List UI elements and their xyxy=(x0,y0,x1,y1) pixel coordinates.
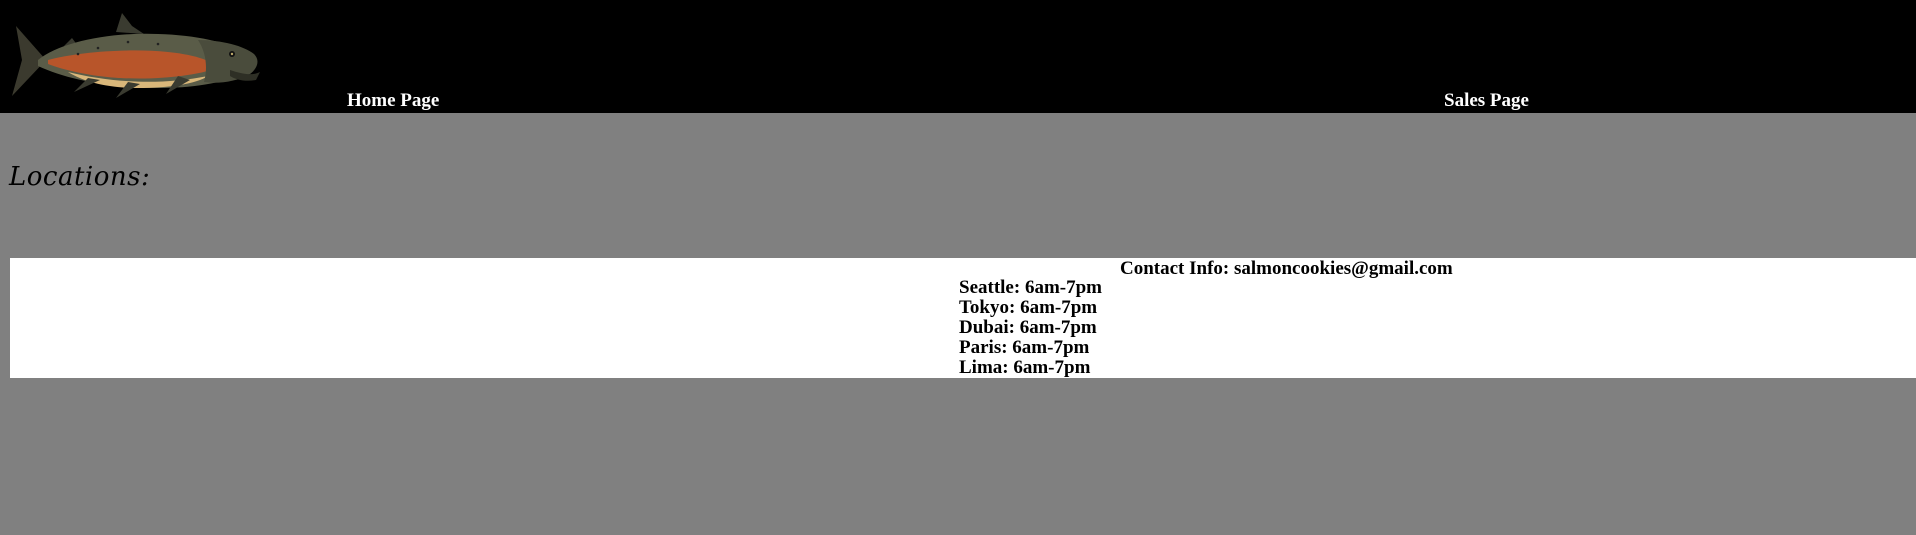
location-item: Dubai: 6am-7pm xyxy=(959,317,1097,338)
nav-home-link[interactable]: Home Page xyxy=(347,90,439,112)
locations-list: Seattle: 6am-7pm Tokyo: 6am-7pm Dubai: 6… xyxy=(959,278,1102,378)
location-item: Paris: 6am-7pm xyxy=(959,337,1090,358)
page-title: Locations: xyxy=(9,162,151,192)
salmon-fish-icon xyxy=(12,13,260,98)
info-panel: Contact Info: salmoncookies@gmail.com Se… xyxy=(10,258,1916,378)
contact-info: Contact Info: salmoncookies@gmail.com xyxy=(1120,258,1453,279)
site-header: Home Page Sales Page xyxy=(0,0,1916,113)
location-item: Seattle: 6am-7pm xyxy=(959,277,1102,298)
location-item: Lima: 6am-7pm xyxy=(959,357,1091,378)
location-item: Tokyo: 6am-7pm xyxy=(959,297,1098,318)
nav-sales-link[interactable]: Sales Page xyxy=(1444,90,1529,112)
